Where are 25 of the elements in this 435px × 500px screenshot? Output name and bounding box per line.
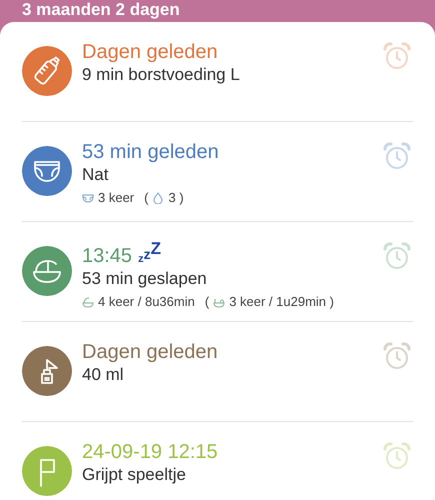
baby-age: 3 maanden 2 dagen — [22, 0, 180, 20]
diaper-icon — [82, 192, 94, 204]
stat-text: 3 keer / 1u29min ) — [229, 293, 334, 311]
drop-icon — [152, 192, 164, 204]
alarm-clock-icon[interactable] — [381, 340, 413, 372]
entry-description: 53 min geslapen — [82, 268, 208, 290]
entry-time: 13:45 — [82, 245, 132, 267]
stat-text: 4 keer / 8u36min — [98, 293, 195, 311]
alarm-clock-icon[interactable] — [381, 140, 413, 172]
alarm-clock-icon[interactable] — [381, 440, 413, 472]
entry-time: 53 min geleden — [82, 141, 219, 163]
entry-description: Grijpt speeltje — [82, 464, 187, 486]
entry-time: 24-09-19 12:15 — [82, 441, 218, 463]
entry-description: 40 ml — [82, 364, 125, 386]
stat-text: 3 keer — [98, 189, 134, 207]
entry-description: Nat — [82, 164, 110, 186]
entry-description: 9 min borstvoeding L — [82, 64, 241, 86]
stat-text: ( — [144, 189, 148, 207]
entry-time: Dagen geleden — [82, 41, 218, 63]
alarm-clock-icon[interactable] — [381, 40, 413, 72]
stat-text: 3 ) — [168, 189, 184, 207]
entry-time: Dagen geleden — [82, 341, 218, 363]
stat-text: ( — [204, 293, 210, 311]
crib-icon — [82, 296, 94, 308]
alarm-clock-icon[interactable] — [381, 240, 413, 272]
